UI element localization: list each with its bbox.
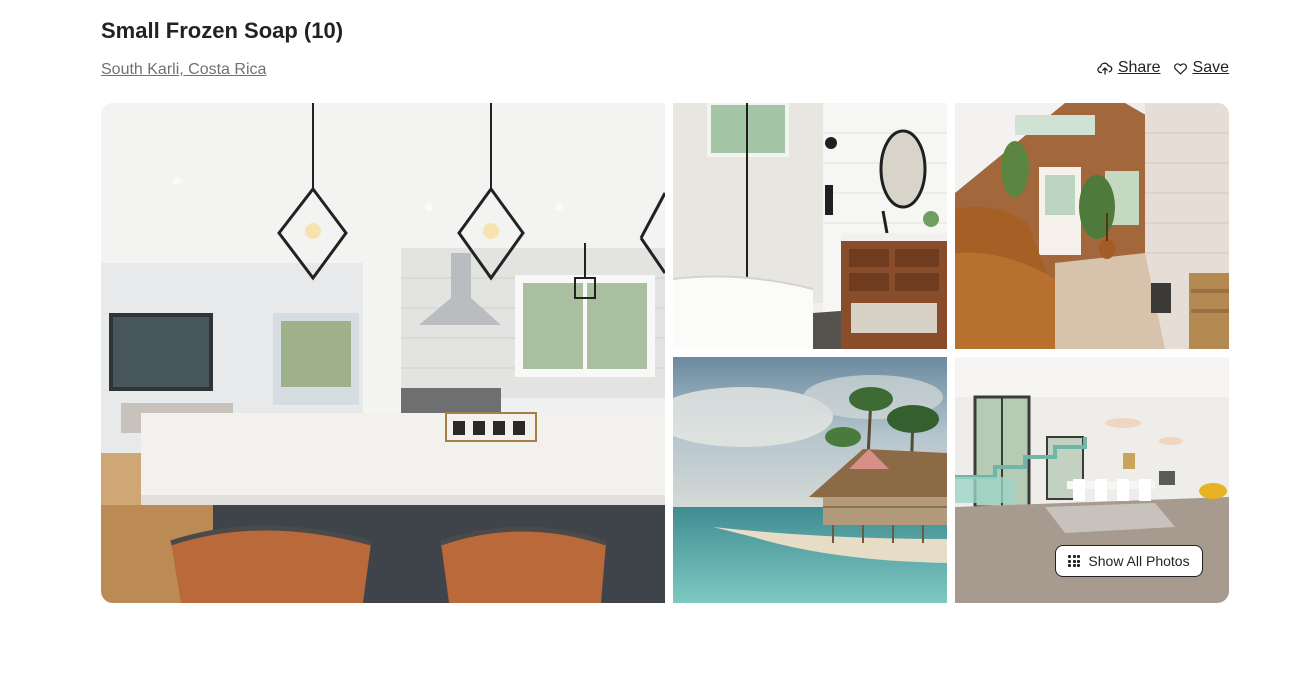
show-all-photos-button[interactable]: Show All Photos (1055, 545, 1203, 577)
share-button[interactable]: Share (1097, 58, 1161, 78)
photo-cabin-interior[interactable] (955, 103, 1229, 349)
listing-title: Small Frozen Soap (10) (101, 18, 344, 43)
grid-dots-icon (1068, 555, 1081, 567)
share-label: Share (1117, 59, 1161, 76)
heart-icon (1173, 61, 1188, 76)
listing-actions: Share Save (1097, 58, 1229, 78)
save-button[interactable]: Save (1173, 58, 1229, 78)
save-label: Save (1192, 59, 1229, 76)
photo-gallery (101, 103, 1229, 603)
photo-bathroom[interactable] (673, 103, 947, 349)
listing-page: Small Frozen Soap (10) South Karli, Cost… (0, 0, 1301, 675)
cloud-upload-icon (1097, 60, 1113, 76)
photo-kitchen-living-room[interactable] (101, 103, 665, 603)
show-all-photos-label: Show All Photos (1088, 553, 1190, 569)
location-link[interactable]: South Karli, Costa Rica (101, 60, 266, 80)
photo-beach-bungalow[interactable] (673, 357, 947, 603)
